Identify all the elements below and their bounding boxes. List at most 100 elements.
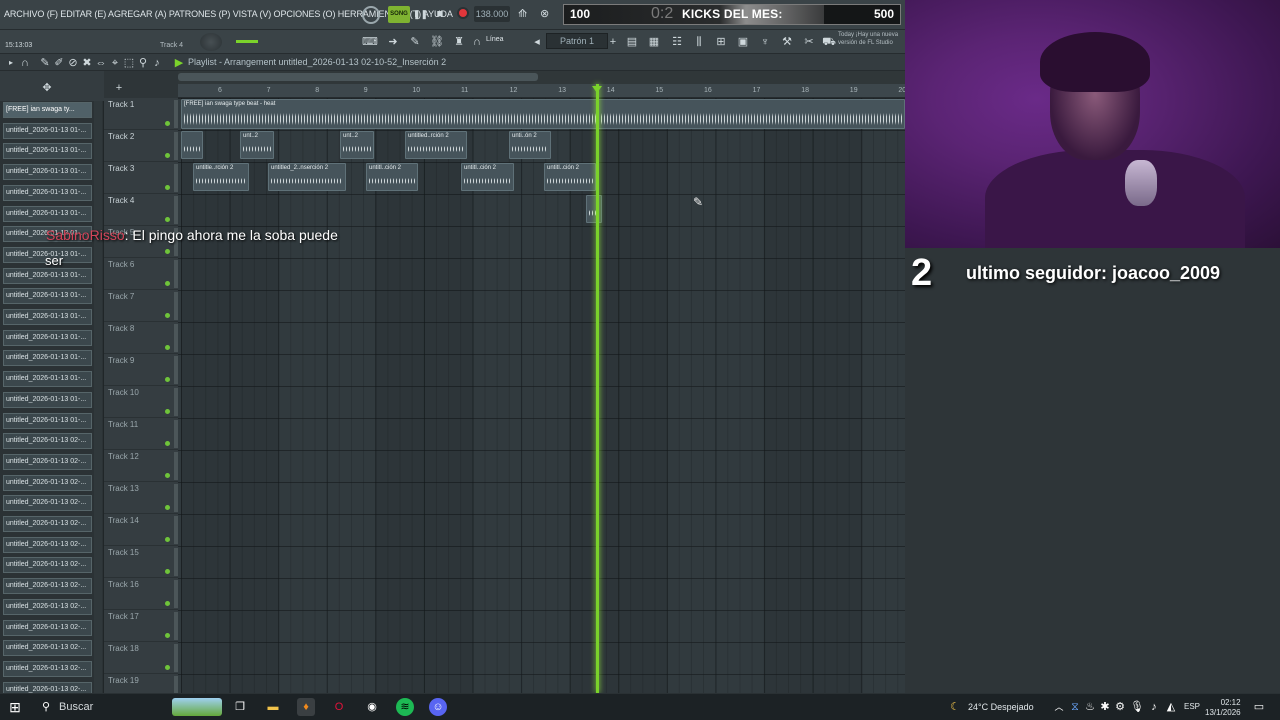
playhead-marker[interactable] xyxy=(592,86,602,93)
pattern-item[interactable]: untitled_2026-01-13 02-... xyxy=(3,453,92,470)
pattern-item[interactable]: untitled_2026-01-13 01-... xyxy=(3,267,92,284)
playlist-play-icon[interactable]: ▶ xyxy=(172,56,186,70)
snap-selector[interactable]: Línea xyxy=(486,36,504,43)
obs-icon[interactable]: ◉ xyxy=(363,698,381,716)
track-mute-led[interactable] xyxy=(165,665,170,670)
plugin-icon[interactable]: ▣ xyxy=(736,35,750,49)
volume-icon[interactable]: ♪ xyxy=(1145,698,1163,716)
weather-widget[interactable]: 24°C Despejado xyxy=(968,702,1034,712)
track-header[interactable]: Track 8 xyxy=(104,322,178,354)
track-header[interactable]: Track 16 xyxy=(104,578,178,610)
track-mute-led[interactable] xyxy=(165,441,170,446)
audio-clip-track4-0[interactable] xyxy=(586,195,602,223)
pattern-item[interactable]: untitled_2026-01-13 02-... xyxy=(3,578,92,595)
track-mute-led[interactable] xyxy=(165,249,170,254)
audio-clip-track2-4[interactable]: unti..ón 2 xyxy=(509,131,551,159)
track-mute-led[interactable] xyxy=(165,409,170,414)
pattern-item[interactable]: untitled_2026-01-13 02-... xyxy=(3,640,92,657)
microphone-icon[interactable]: 🎙 xyxy=(1128,698,1146,716)
scroll-thumb[interactable] xyxy=(178,73,538,81)
track-mute-led[interactable] xyxy=(165,153,170,158)
magnet-small-icon[interactable]: ∩ xyxy=(18,56,32,70)
fl-studio-icon[interactable]: ♦ xyxy=(297,698,315,716)
track-mute-led[interactable] xyxy=(165,121,170,126)
wrench-icon[interactable]: ⚒ xyxy=(780,35,794,49)
pattern-item[interactable]: untitled_2026-01-13 01-... xyxy=(3,164,92,181)
pattern-item[interactable]: untitled_2026-01-13 02-... xyxy=(3,536,92,553)
clock[interactable]: 02:12 13/1/2026 xyxy=(1205,698,1241,718)
paint-tool-icon[interactable]: ✐ xyxy=(52,56,66,70)
track-mute-led[interactable] xyxy=(165,473,170,478)
track-mute-led[interactable] xyxy=(165,313,170,318)
audio-clip-track3-4[interactable]: untitl..ción 2 xyxy=(544,163,596,191)
pattern-item[interactable]: untitled_2026-01-13 02-... xyxy=(3,619,92,636)
audio-clip-track3-1[interactable]: untitled_2..nserción 2 xyxy=(268,163,346,191)
pattern-item[interactable]: untitled_2026-01-13 02-... xyxy=(3,495,92,512)
wait-icon[interactable]: ⊗ xyxy=(540,7,549,20)
track-header[interactable]: Track 7 xyxy=(104,290,178,322)
mute-tool-icon[interactable]: ✖ xyxy=(80,56,94,70)
cart-icon[interactable]: ⛟ xyxy=(822,35,836,49)
track-mute-led[interactable] xyxy=(165,569,170,574)
audio-clip-track3-2[interactable]: untitl..ción 2 xyxy=(366,163,418,191)
widget-landscape-icon[interactable] xyxy=(172,698,222,716)
notification-icon[interactable]: ▭ xyxy=(1250,698,1268,716)
tap-icon[interactable]: ⟰ xyxy=(518,7,527,20)
track-mute-led[interactable] xyxy=(165,633,170,638)
pattern-item[interactable]: untitled_2026-01-13 02-... xyxy=(3,660,92,677)
zoom-tool-icon[interactable]: ⚲ xyxy=(136,56,150,70)
pattern-item[interactable]: untitled_2026-01-13 01-... xyxy=(3,309,92,325)
timeline-ruler[interactable]: 6 7 8 9 10 11 12 13 14 15 16 17 18 19 20 xyxy=(178,84,906,98)
pattern-item[interactable]: untitled_2026-01-13 01-... xyxy=(3,412,92,429)
main-menu[interactable]: ARCHIVO (F) EDITAR (E) AGREGAR (A) PATRO… xyxy=(4,9,453,19)
track-header[interactable]: Track 9 xyxy=(104,354,178,386)
song-mode-button[interactable]: SONG xyxy=(388,6,410,23)
discord-icon[interactable]: ☺ xyxy=(429,698,447,716)
opera-icon[interactable]: O xyxy=(330,698,348,716)
master-pitch-slider[interactable] xyxy=(236,40,258,43)
task-view-icon[interactable]: ❐ xyxy=(231,698,249,716)
pattern-item[interactable]: untitled_2026-01-13 01-... xyxy=(3,288,92,305)
pause-button[interactable]: ❚❚ xyxy=(413,7,428,21)
select-tool-icon[interactable]: ⬚ xyxy=(122,56,136,70)
metronome-icon[interactable] xyxy=(362,6,380,24)
track-mute-led[interactable] xyxy=(165,217,170,222)
track-mute-led[interactable] xyxy=(165,185,170,190)
track-mute-led[interactable] xyxy=(165,345,170,350)
pattern-item[interactable]: untitled_2026-01-13 01-... xyxy=(3,205,92,222)
pattern-item[interactable]: untitled_2026-01-13 01-... xyxy=(3,371,92,388)
pattern-item[interactable]: untitled_2026-01-13 01-... xyxy=(3,391,92,408)
search-icon[interactable]: ⚲ xyxy=(37,698,55,716)
language-indicator[interactable]: ESP xyxy=(1184,702,1200,711)
pattern-item[interactable]: untitled_2026-01-13 01-... xyxy=(3,122,92,139)
audio-clip-track2-2[interactable]: unt..2 xyxy=(340,131,374,159)
slice-tool-icon[interactable]: ⌖ xyxy=(108,56,122,70)
pattern-item[interactable]: untitled_2026-01-13 02-... xyxy=(3,557,92,574)
tempo-display[interactable]: 138.000 xyxy=(474,6,510,22)
master-volume-knob[interactable] xyxy=(200,33,222,51)
pattern-item[interactable]: untitled_2026-01-13 01-... xyxy=(3,329,92,346)
track-header[interactable]: Track 2 xyxy=(104,130,178,162)
delete-tool-icon[interactable]: ⊘ xyxy=(66,56,80,70)
slip-tool-icon[interactable]: ⇔ xyxy=(94,56,108,70)
move-icon[interactable]: ✥ xyxy=(40,81,54,95)
track-header[interactable]: Track 4 xyxy=(104,194,178,226)
playlist-icon[interactable]: ▤ xyxy=(625,35,639,49)
pattern-item[interactable]: untitled_2026-01-13 02-... xyxy=(3,433,92,450)
keyboard-icon[interactable]: ⌨ xyxy=(362,35,378,49)
horizontal-scrollbar[interactable] xyxy=(178,71,905,84)
track-mute-led[interactable] xyxy=(165,537,170,542)
cut-icon[interactable]: ✂ xyxy=(802,35,816,49)
track-mute-led[interactable] xyxy=(165,601,170,606)
taskbar-search[interactable]: Buscar xyxy=(59,701,93,713)
track-header[interactable]: Track 3 xyxy=(104,162,178,194)
plus-icon[interactable]: + xyxy=(606,35,620,49)
arrow-left-icon[interactable]: ◂ xyxy=(530,35,544,49)
track-header[interactable]: Track 10 xyxy=(104,386,178,418)
pattern-item[interactable]: untitled_2026-01-13 01-... xyxy=(3,143,92,160)
audio-clip-track3-0[interactable]: untitle..rción 2 xyxy=(193,163,249,191)
audio-clip-track3-3[interactable]: untitl..ción 2 xyxy=(461,163,514,191)
link-icon[interactable]: ⛓ xyxy=(430,35,444,49)
pattern-item[interactable]: untitled_2026-01-13 01-... xyxy=(3,184,92,201)
track-header[interactable]: Track 15 xyxy=(104,546,178,578)
